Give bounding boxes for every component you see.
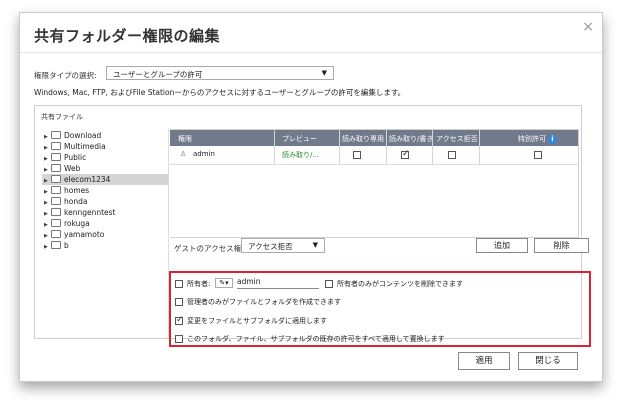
- folder-label: homes: [64, 186, 90, 195]
- perm-type-select[interactable]: ユーザーとグループの許可 ▼: [106, 66, 334, 80]
- close-button[interactable]: 閉じる: [518, 352, 578, 370]
- tree-item-public[interactable]: ▶ Public: [42, 152, 168, 163]
- folder-label: rokuga: [64, 219, 90, 228]
- folder-icon: [51, 230, 61, 238]
- folder-icon: [51, 131, 61, 139]
- table-row[interactable]: ♙ admin 読み取り/...: [170, 146, 578, 165]
- folder-icon: [51, 164, 61, 172]
- col-deny: アクセス拒否: [436, 135, 478, 143]
- folder-label: elecom1234: [64, 175, 111, 184]
- replace-all-label: このフォルダ、ファイル、サブフォルダの既存の許可をすべて適用して置換します: [187, 335, 445, 343]
- folder-icon: [51, 175, 61, 183]
- folder-tree: ▶ Download ▶ Multimedia ▶ Public ▶ Web ▶ elec…: [42, 129, 169, 337]
- tree-item-web[interactable]: ▶ Web: [42, 163, 168, 174]
- chevron-down-icon: ▼: [312, 241, 318, 249]
- expand-icon[interactable]: ▶: [44, 242, 50, 253]
- folder-icon: [51, 219, 61, 227]
- admin-create-only-checkbox[interactable]: [175, 298, 183, 306]
- tree-item-yamamoto[interactable]: ▶ yamamoto: [42, 229, 168, 240]
- col-preview: プレビュー: [282, 135, 317, 143]
- permission-table: 権限 プレビュー 読み取り専用 読み取り/書き アクセス拒否 特別許可 i ♙ a…: [170, 129, 579, 238]
- folder-label: yamamoto: [64, 230, 105, 239]
- special-checkbox[interactable]: [534, 151, 542, 159]
- col-read-only: 読み取り専用: [342, 135, 384, 143]
- deny-checkbox[interactable]: [448, 151, 456, 159]
- options-highlight: 所有者: ✎▾ admin 所有者のみがコンテンツを削除できます 管理者のみがフ…: [169, 271, 591, 347]
- folder-label: Download: [64, 131, 102, 140]
- user-icon: ♙: [180, 150, 187, 158]
- perm-type-value: ユーザーとグループの許可: [113, 70, 203, 79]
- folder-label: honda: [64, 197, 88, 206]
- folder-icon: [51, 142, 61, 150]
- tree-item-elecom1234[interactable]: ▶ elecom1234: [42, 174, 168, 185]
- title-divider: [20, 52, 602, 53]
- folder-icon: [51, 241, 61, 249]
- replace-all-checkbox[interactable]: [175, 335, 183, 343]
- apply-changes-checkbox[interactable]: [175, 315, 184, 325]
- close-icon[interactable]: ×: [582, 19, 594, 35]
- folder-label: Public: [64, 153, 87, 162]
- apply-button[interactable]: 適用: [458, 352, 510, 370]
- folder-icon: [51, 186, 61, 194]
- tree-item-download[interactable]: ▶ Download: [42, 130, 168, 141]
- owner-input[interactable]: admin: [237, 277, 319, 289]
- col-special: 特別許可 i: [518, 134, 557, 144]
- folder-label: Web: [64, 164, 81, 173]
- tree-item-kenngenntest[interactable]: ▶ kenngenntest: [42, 207, 168, 218]
- col-read-write: 読み取り/書き: [389, 135, 434, 143]
- owner-delete-only-label: 所有者のみがコンテンツを削除できます: [337, 280, 463, 288]
- read-write-checkbox[interactable]: [401, 149, 410, 159]
- delete-button[interactable]: 削除: [534, 238, 589, 253]
- guest-access-label: ゲストのアクセス権:: [174, 244, 244, 253]
- folder-label: kenngenntest: [64, 208, 116, 217]
- row-preview: 読み取り/...: [282, 151, 320, 159]
- edit-permission-dialog: 共有フォルダー権限の編集 × 権限タイプの選択: ユーザーとグループの許可 ▼ …: [19, 12, 603, 382]
- col-permission: 権限: [178, 135, 192, 143]
- folder-label: b: [64, 241, 69, 250]
- chevron-down-icon: ▼: [321, 69, 327, 77]
- col-special-label: 特別許可: [518, 135, 546, 143]
- row-user-name: admin: [193, 150, 215, 158]
- tree-item-b[interactable]: ▶ b: [42, 240, 168, 251]
- tree-item-rokuga[interactable]: ▶ rokuga: [42, 218, 168, 229]
- table-header: 権限 プレビュー 読み取り専用 読み取り/書き アクセス拒否 特別許可 i: [170, 130, 578, 146]
- perm-type-label: 権限タイプの選択:: [34, 71, 97, 80]
- folder-icon: [51, 197, 61, 205]
- tree-item-honda[interactable]: ▶ honda: [42, 196, 168, 207]
- owner-label: 所有者:: [187, 280, 211, 288]
- guest-access-value: アクセス拒否: [248, 242, 293, 251]
- folder-icon: [51, 153, 61, 161]
- admin-create-only-label: 管理者のみがファイルとフォルダを作成できます: [187, 298, 341, 306]
- edit-owner-icon[interactable]: ✎▾: [215, 278, 233, 288]
- tree-item-homes[interactable]: ▶ homes: [42, 185, 168, 196]
- shared-files-panel: 共有ファイル ▶ Download ▶ Multimedia ▶ Public ▶ We…: [34, 105, 591, 347]
- owner-checkbox[interactable]: [175, 280, 183, 288]
- apply-changes-label: 変更をファイルとサブフォルダに適用します: [187, 317, 327, 325]
- owner-delete-only-checkbox[interactable]: [325, 280, 333, 288]
- guest-access-select[interactable]: アクセス拒否 ▼: [241, 238, 325, 253]
- folder-label: Multimedia: [64, 142, 106, 151]
- dialog-title: 共有フォルダー権限の編集: [34, 27, 221, 45]
- tree-item-multimedia[interactable]: ▶ Multimedia: [42, 141, 168, 152]
- description-text: Windows, Mac, FTP, およびFile Stationーからのアク…: [34, 88, 406, 97]
- shared-files-title: 共有ファイル: [41, 113, 83, 121]
- folder-icon: [51, 208, 61, 216]
- info-icon[interactable]: i: [548, 135, 557, 144]
- read-only-checkbox[interactable]: [353, 151, 361, 159]
- add-button[interactable]: 追加: [476, 238, 528, 253]
